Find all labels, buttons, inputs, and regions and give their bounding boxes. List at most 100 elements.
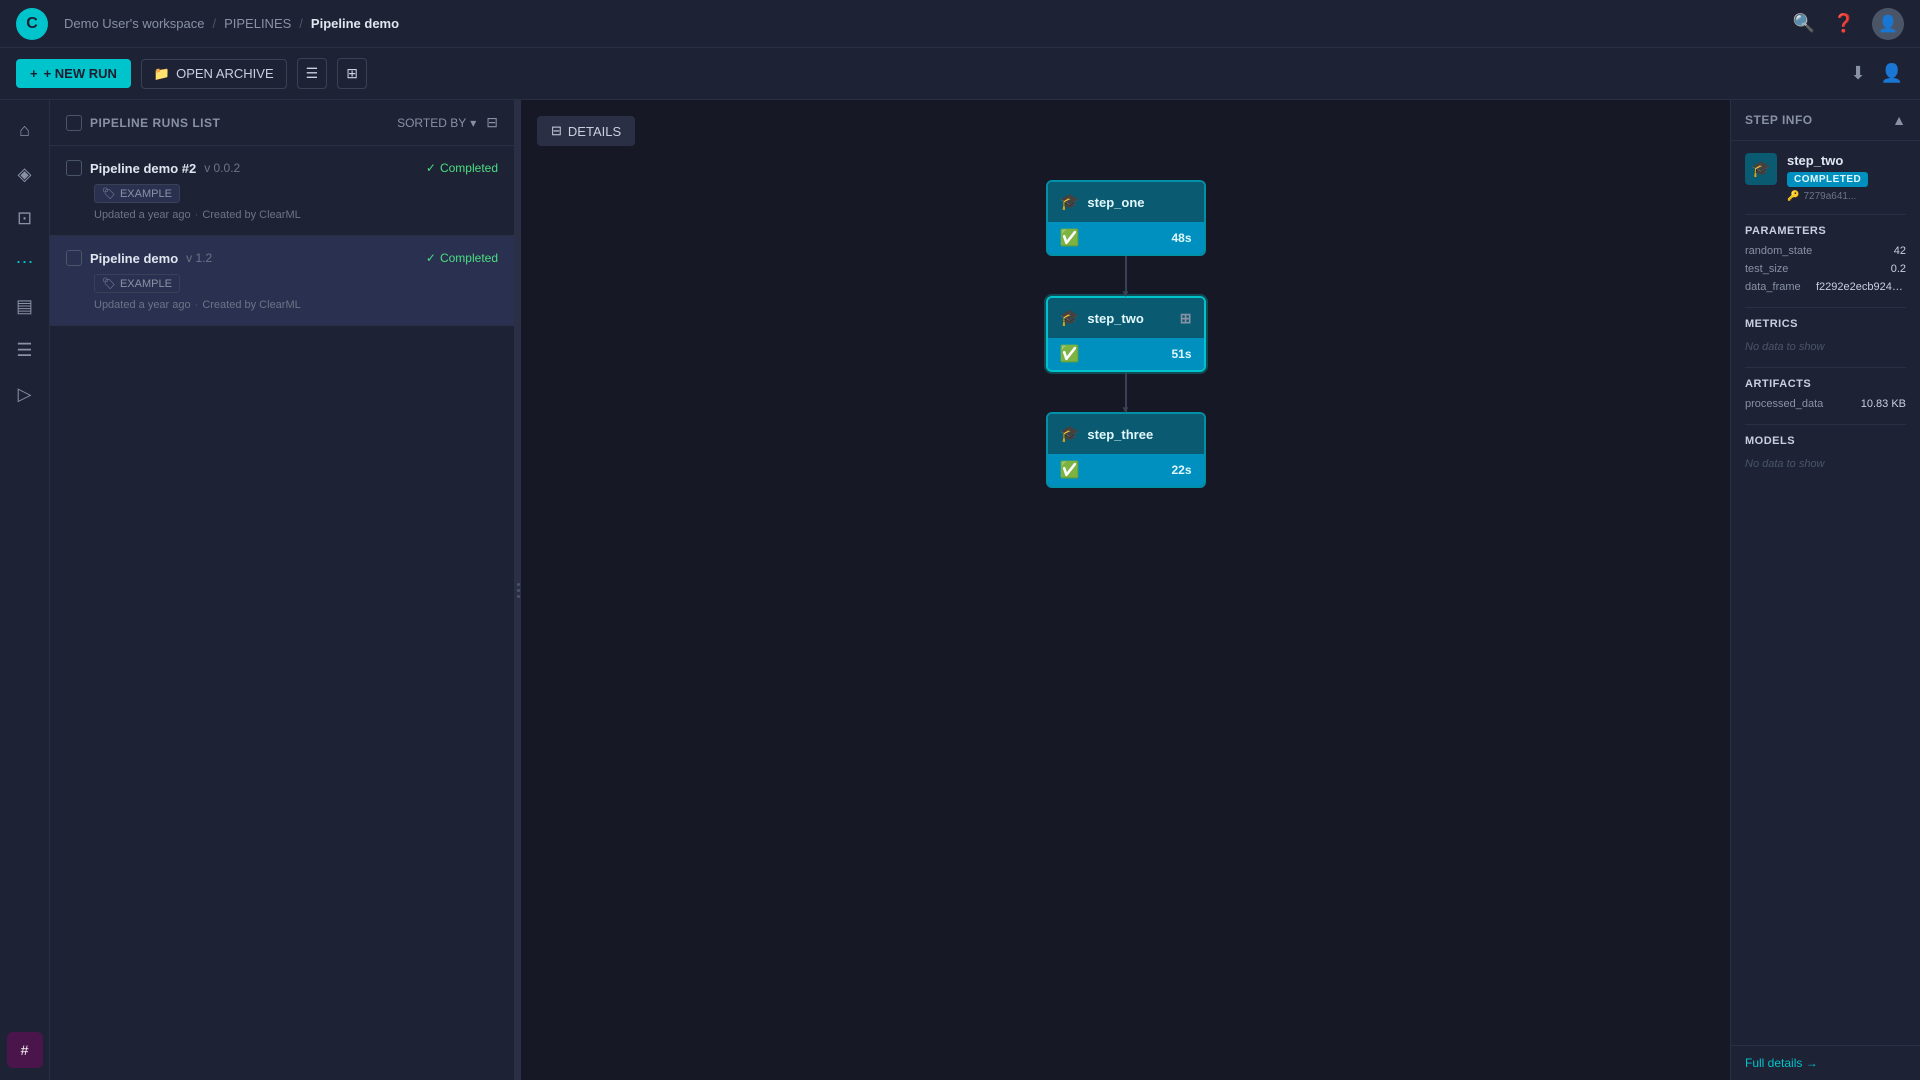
parameters-title: PARAMETERS [1745,225,1906,237]
new-run-plus-icon: + [30,66,38,81]
avatar[interactable]: 👤 [1872,8,1904,40]
toolbar-right: ⬇ 👤 [1846,62,1904,86]
main-content: ⌂ ◈ ⊡ ⋯ ▤ ☰ ▷ # PIPELINE RUNS LIST SORTE… [0,100,1920,1080]
runs-panel-title: PIPELINE RUNS LIST [90,116,220,130]
toolbar-download-icon[interactable]: ⬇ [1846,62,1870,86]
models-no-data: No data to show [1745,458,1825,470]
connector [1125,256,1127,296]
pipelines-label: PIPELINES [224,16,291,31]
sort-chevron-icon: ▾ [470,116,476,130]
grid-view-icon: ⊞ [346,65,358,81]
sidebar-item-orchestration[interactable]: ▷ [7,376,43,412]
header-right: 🔍 ❓ 👤 [1792,8,1904,40]
sidebar-item-experiments[interactable]: ◈ [7,156,43,192]
pipeline-node-step-one[interactable]: 🎓 step_one ✅ 48s [1046,180,1206,256]
breadcrumb-sep2: / [299,16,303,31]
step-info-header: STEP INFO ▲ [1731,100,1920,141]
step-info-content: 🎓 step_two COMPLETED 🔑 7279a641... PARAM… [1731,141,1920,496]
metrics-title: METRICS [1745,318,1906,330]
divider [1745,367,1906,368]
run-checkbox[interactable] [66,250,82,266]
run-item-header: Pipeline demo #2 v 0.0.2 ✓ Completed [66,160,498,176]
runs-panel: PIPELINE RUNS LIST SORTED BY ▾ ⊟ Pipelin… [50,100,515,1080]
connector [1125,372,1127,412]
filter-icon[interactable]: ⊟ [486,114,498,131]
id-icon: 🔑 [1787,191,1799,202]
node-label: step_two [1087,311,1143,326]
node-label: step_three [1087,427,1153,442]
current-page-label: Pipeline demo [311,16,399,31]
run-checkbox[interactable] [66,160,82,176]
run-tag: 🏷 EXAMPLE [94,184,180,203]
param-value: f2292e2ecb9248... [1816,281,1906,293]
param-value: 42 [1894,245,1906,257]
new-run-button[interactable]: + + NEW RUN [16,59,131,88]
open-archive-button[interactable]: 📁 OPEN ARCHIVE [141,59,287,89]
view-grid-button[interactable]: ⊞ [337,58,367,89]
pipeline-node-step-three[interactable]: 🎓 step_three ✅ 22s [1046,412,1206,488]
list-view-icon: ☰ [306,65,319,81]
param-value: 0.2 [1891,263,1906,275]
metrics-no-data: No data to show [1745,341,1825,353]
pipeline-node-step-two[interactable]: 🎓 step_two ⊞ ✅ 51s [1046,296,1206,372]
node-footer: ✅ 51s [1048,338,1204,370]
tag-icon: 🏷 [102,187,116,200]
search-icon[interactable]: 🔍 [1792,12,1816,36]
run-name: Pipeline demo [90,251,178,266]
sidebar-item-reports[interactable]: ☰ [7,332,43,368]
run-status: ✓ Completed [426,251,498,265]
node-header: 🎓 step_two ⊞ [1048,298,1204,338]
sort-button[interactable]: SORTED BY ▾ [397,116,476,130]
toolbar-user-icon[interactable]: 👤 [1880,62,1904,86]
step-name: step_two [1787,153,1868,168]
step-id: 🔑 7279a641... [1787,191,1868,202]
step-task-icon: 🎓 [1751,159,1771,179]
models-title: MODELS [1745,435,1906,447]
param-row: test_size 0.2 [1745,263,1906,275]
run-item[interactable]: Pipeline demo v 1.2 ✓ Completed 🏷 EXAMPL… [50,236,514,326]
sidebar-item-datasets[interactable]: ▤ [7,288,43,324]
models-section: MODELS No data to show [1745,435,1906,470]
sidebar-item-pipelines[interactable]: ⋯ [7,244,43,280]
toolbar: + + NEW RUN 📁 OPEN ARCHIVE ☰ ⊞ ⬇ 👤 [0,48,1920,100]
full-details-link[interactable]: Full details → [1731,1045,1920,1080]
step-info-panel: STEP INFO ▲ 🎓 step_two COMPLETED 🔑 7279a… [1730,100,1920,1080]
node-task-icon: 🎓 [1060,424,1080,444]
param-key: test_size [1745,263,1788,275]
run-item[interactable]: Pipeline demo #2 v 0.0.2 ✓ Completed 🏷 E… [50,146,514,236]
sidebar-item-home[interactable]: ⌂ [7,112,43,148]
param-row: random_state 42 [1745,245,1906,257]
metrics-section: METRICS No data to show [1745,318,1906,353]
details-tab[interactable]: ⊟ DETAILS [537,116,635,146]
artifact-row: processed_data 10.83 KB [1745,398,1906,410]
artifact-value: 10.83 KB [1861,398,1906,410]
node-task-icon: 🎓 [1060,192,1080,212]
run-version: v 0.0.2 [204,161,240,175]
param-key: random_state [1745,245,1812,257]
node-check-icon: ✅ [1060,344,1080,364]
slack-icon[interactable]: # [7,1032,43,1068]
view-list-button[interactable]: ☰ [297,58,328,89]
node-check-icon: ✅ [1060,228,1080,248]
node-header: 🎓 step_one [1048,182,1204,222]
runs-sort: SORTED BY ▾ ⊟ [397,114,498,131]
details-tab-icon: ⊟ [551,123,562,139]
node-duration: 51s [1171,347,1191,361]
run-meta: Updated a year ago · Created by ClearML [94,209,498,221]
help-icon[interactable]: ❓ [1832,12,1856,36]
check-icon: ✓ [426,161,436,175]
node-footer: ✅ 22s [1048,454,1204,486]
select-all-checkbox[interactable] [66,115,82,131]
divider [1745,424,1906,425]
divider [1745,307,1906,308]
sidebar-item-models[interactable]: ⊡ [7,200,43,236]
node-action-icon[interactable]: ⊞ [1180,310,1192,327]
param-key: data_frame [1745,281,1801,293]
nav-bottom: # [7,1032,43,1068]
logo[interactable]: C [16,8,48,40]
tag-icon: 🏷 [102,277,116,290]
canvas-area: ⊟ DETAILS 🎓 step_one ✅ 48s 🎓 st [521,100,1730,1080]
run-status: ✓ Completed [426,161,498,175]
resizer-dot [517,583,520,586]
collapse-button[interactable]: ▲ [1892,112,1906,128]
